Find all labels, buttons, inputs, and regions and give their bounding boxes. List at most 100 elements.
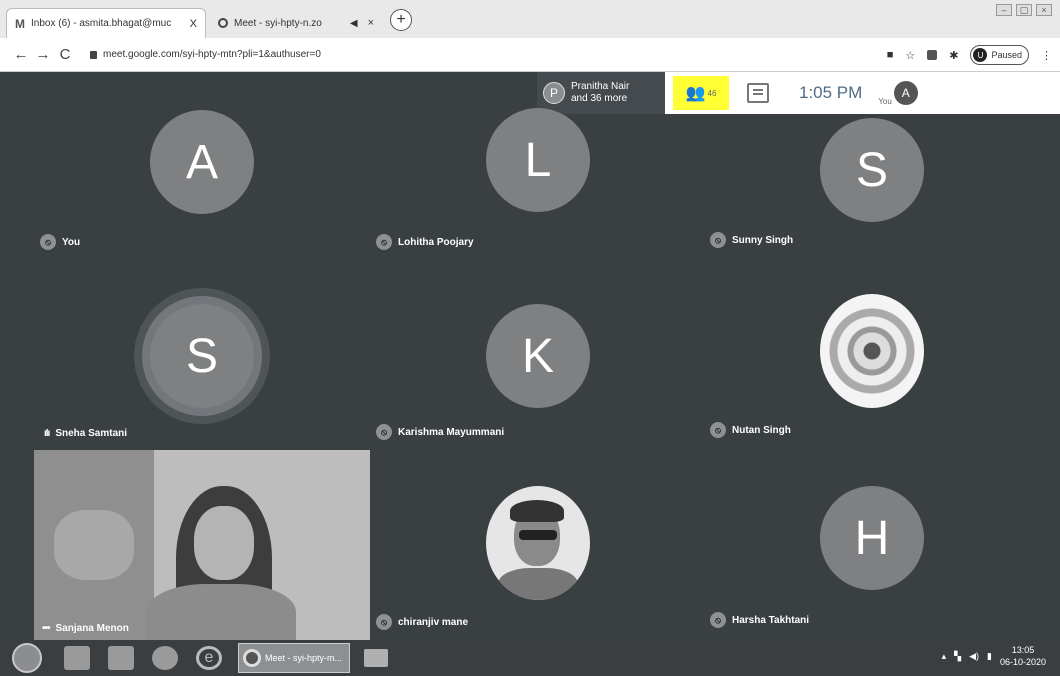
video-person-torso (146, 584, 296, 640)
participant-name: Sneha Samtani (55, 428, 128, 439)
photo-person-sunglasses (519, 530, 557, 540)
participant-name-tag: Lohitha Poojary (376, 234, 474, 250)
taskbar: e Meet - syi-hpty-m... ▴ ▚ ◀) ▮ 13:05 06… (0, 640, 1060, 676)
video-camera-icon[interactable] (364, 649, 388, 667)
mic-off-icon (710, 612, 726, 628)
more-dots-icon: ••• (42, 623, 50, 634)
participant-name: Sanjana Menon (55, 623, 129, 634)
participant-name: Lohitha Poojary (398, 236, 474, 248)
forward-arrow-icon[interactable]: → (32, 46, 54, 63)
participant-name: You (62, 236, 81, 248)
back-arrow-icon[interactable]: ← (10, 46, 32, 63)
you-label: You (878, 97, 892, 106)
speaker-icon: ◀ (349, 17, 358, 29)
chrome-icon (243, 649, 261, 667)
extension-icon[interactable] (927, 50, 938, 60)
participant-photo (486, 486, 590, 600)
network-icon[interactable]: ▚ (954, 651, 961, 662)
mic-off-icon (710, 232, 726, 248)
puzzle-icon[interactable]: ✱ (949, 49, 958, 62)
url-text: meet.google.com/syi-hpty-mtn?pli=1&authu… (103, 49, 321, 60)
lock-icon (90, 50, 97, 59)
participant-name-tag: chiranjiv mane (376, 614, 468, 630)
url-field[interactable]: meet.google.com/syi-hpty-mtn?pli=1&authu… (90, 49, 321, 60)
self-avatar[interactable]: A (893, 81, 918, 105)
close-tab-gmail-button[interactable]: X (190, 18, 197, 30)
participant-name: chiranjiv mane (398, 616, 469, 628)
media-player-icon[interactable] (108, 646, 134, 670)
meet-tab-icon (218, 18, 228, 28)
clock[interactable]: 13:05 06-10-2020 (1000, 644, 1046, 668)
participant-name-tag: Sunny Singh (710, 232, 793, 248)
maximize-button[interactable]: ▢ (1016, 4, 1032, 16)
close-window-button[interactable]: × (1036, 4, 1052, 16)
tab-gmail-title: Inbox (6) - asmita.bhagat@muc (31, 18, 172, 29)
mic-off-icon (376, 424, 392, 440)
bookmark-star-icon[interactable]: ☆ (905, 49, 915, 62)
participant-avatar: H (820, 486, 924, 590)
mic-off-icon (376, 234, 392, 250)
app-icon[interactable] (152, 646, 178, 670)
presenter-more: and 36 more (571, 93, 628, 104)
mic-off-icon (376, 614, 392, 630)
window-controls: – ▢ × (996, 4, 1052, 16)
presenter-name: Pranitha Nair (571, 81, 630, 92)
participant-name-tag: You (40, 234, 80, 250)
profile-status: Paused (991, 50, 1022, 60)
close-tab-meet-button[interactable]: × (368, 17, 374, 29)
clock-date: 06-10-2020 (999, 657, 1046, 667)
people-button[interactable]: 👥 46 (673, 76, 729, 110)
participant-name-tag: Karishma Mayummani (376, 424, 504, 440)
internet-explorer-icon[interactable]: e (196, 646, 222, 670)
volume-icon[interactable]: ◀) (969, 651, 979, 662)
participant-avatar: S (820, 118, 924, 222)
new-tab-button[interactable]: + (390, 9, 412, 31)
gmail-icon: M (15, 16, 25, 31)
participant-count: 46 (707, 88, 717, 98)
photo-person-body (498, 568, 578, 600)
tab-meet[interactable]: Meet - syi-hpty-n.zo ◀ × (210, 8, 382, 38)
photo-person-hair (510, 500, 564, 522)
participant-name: Harsha Takhtani (732, 614, 810, 626)
browser-tab-bar: M Inbox (6) - asmita.bhagat@muc X Meet -… (0, 0, 1060, 38)
audio-level-icon: ıIı (44, 428, 50, 439)
video-person-face (194, 506, 254, 580)
taskbar-chrome-button[interactable]: Meet - syi-hpty-m... (238, 643, 350, 673)
menu-dots-icon[interactable]: ⋮ (1041, 49, 1052, 62)
system-tray: ▴ ▚ ◀) ▮ 13:05 06-10-2020 (942, 644, 1046, 668)
participant-name: Karishma Mayummani (398, 426, 505, 438)
cast-icon[interactable]: ■ (887, 49, 894, 61)
minimize-button[interactable]: – (996, 4, 1012, 16)
file-explorer-icon[interactable] (64, 646, 90, 670)
participant-video-tile[interactable]: ••• Sanjana Menon (34, 450, 370, 640)
video-background-shape (54, 510, 134, 580)
participant-name-tag: ••• Sanjana Menon (42, 623, 129, 634)
address-bar: ← → C meet.google.com/syi-hpty-mtn?pli=1… (0, 38, 1060, 72)
participant-avatar: L (486, 108, 590, 212)
battery-icon[interactable]: ▮ (987, 651, 992, 662)
meet-top-bar: 👥 46 1:05 PM You A (665, 72, 1060, 114)
participant-name-tag: Harsha Takhtani (710, 612, 809, 628)
participant-name: Sunny Singh (732, 234, 794, 246)
meet-call-area: P Pranitha Nair and 36 more 👥 46 1:05 PM… (0, 72, 1060, 640)
mic-off-icon (710, 422, 726, 438)
participant-name-tag: Nutan Singh (710, 422, 791, 438)
reload-icon[interactable]: C (54, 46, 76, 63)
start-button[interactable] (12, 643, 42, 673)
participant-photo-flower (820, 294, 924, 408)
people-icon: 👥 (685, 85, 706, 102)
profile-button[interactable]: U Paused (970, 45, 1029, 65)
clock-time: 13:05 (1011, 645, 1035, 655)
tab-meet-title: Meet - syi-hpty-n.zo (234, 17, 322, 29)
presenter-info: P Pranitha Nair and 36 more (537, 72, 665, 114)
participant-avatar-speaking: S (150, 304, 254, 408)
presenter-avatar: P (543, 82, 565, 104)
tray-arrow-icon[interactable]: ▴ (942, 651, 947, 662)
participant-avatar: A (150, 110, 254, 214)
tab-gmail[interactable]: M Inbox (6) - asmita.bhagat@muc X (6, 8, 206, 38)
taskbar-chrome-label: Meet - syi-hpty-m... (265, 653, 343, 663)
chat-icon[interactable] (747, 83, 769, 103)
extensions-area: ■ ☆ ✱ U Paused ⋮ (887, 45, 1052, 65)
participant-name-tag: ıIı Sneha Samtani (44, 428, 127, 439)
mic-off-icon (40, 234, 56, 250)
